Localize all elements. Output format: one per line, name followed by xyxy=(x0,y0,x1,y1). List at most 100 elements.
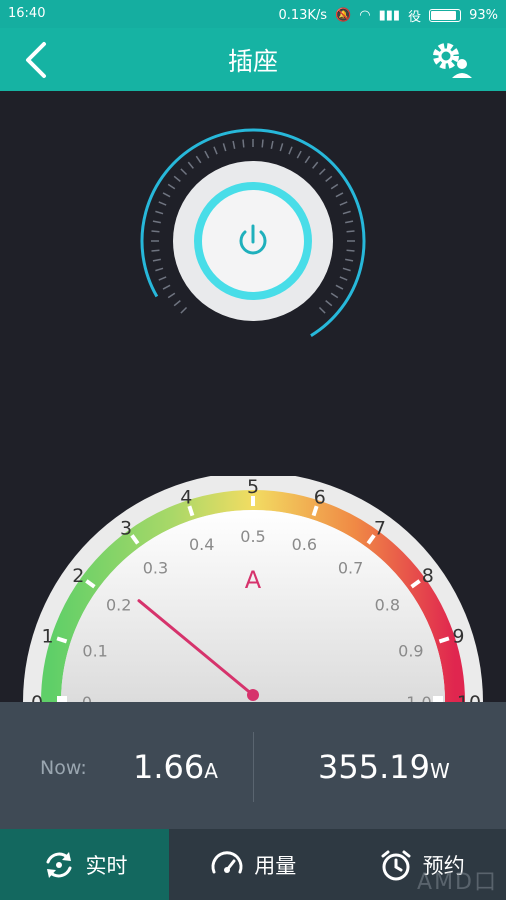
carrier-text: 役 xyxy=(408,10,422,25)
app-bar: 插座 xyxy=(0,28,506,91)
dial-tick xyxy=(155,210,164,215)
gauge-outer-label: 6 xyxy=(314,487,326,509)
power-dial xyxy=(130,118,376,364)
dial-tick xyxy=(330,292,339,299)
status-right: 0.13K/s 🔕 ◠ ▮▮▮ 役 93% xyxy=(278,6,498,25)
power-value: 355.19 xyxy=(318,748,430,786)
dial-tick xyxy=(346,249,355,252)
signal-icon: ▮▮▮ xyxy=(378,8,401,23)
gear-user-icon[interactable] xyxy=(428,38,476,82)
dial-tick xyxy=(318,306,326,314)
gauge-svg: 0 1 2 3 4 5 6 7 8 9 10 0 0.1 0.2 0.3 0.4 0.5 0.6 0.7 0.8 0.… xyxy=(23,472,483,714)
gauge-outer-label: 9 xyxy=(452,625,464,647)
dial-tick xyxy=(152,258,161,262)
dial-tick xyxy=(232,140,236,149)
wifi-icon: ◠ xyxy=(359,8,371,23)
dial-tick xyxy=(158,201,167,206)
power-dial-svg xyxy=(140,128,366,354)
gauge-inner-label: 0.2 xyxy=(106,595,131,614)
dial-tick xyxy=(288,146,293,155)
tab-label: 实时 xyxy=(85,853,128,878)
gauge-outer-label: 1 xyxy=(42,625,54,647)
dial-tick xyxy=(335,192,344,198)
dial-tick xyxy=(222,143,227,152)
gauge-outer-label: 10 xyxy=(457,692,481,702)
current-readout: 1.66A xyxy=(133,748,218,786)
current-gauge: 0 1 2 3 4 5 6 7 8 9 10 0 0.1 0.2 0.3 0.4 0.5 0.6 0.7 0.8 0.… xyxy=(0,472,506,714)
gauge-inner-label: 0.4 xyxy=(189,535,214,554)
gauge-inner-label: 0.6 xyxy=(292,535,317,554)
power-unit: W xyxy=(429,759,450,783)
dial-tick xyxy=(342,267,351,272)
power-readout: 355.19W xyxy=(318,748,450,786)
gauge-outer-label: 7 xyxy=(374,517,386,539)
dial-tick xyxy=(335,284,344,290)
readout-panel: Now: 1.66A 355.19W xyxy=(0,702,506,829)
dial-tick xyxy=(151,249,160,252)
dial-tick xyxy=(345,258,354,262)
dial-tick xyxy=(180,306,188,314)
tab-usage[interactable]: 用量 xyxy=(169,829,338,900)
dial-tick xyxy=(304,155,311,164)
gauge-inner-label: 0.1 xyxy=(82,642,107,661)
dial-tick xyxy=(339,276,348,281)
dial-tick xyxy=(261,139,264,148)
dial-tick xyxy=(180,168,188,176)
gauge-inner-label: 0.9 xyxy=(398,642,423,661)
gauge-inner-label: 0.7 xyxy=(338,559,363,578)
dial-tick xyxy=(279,143,284,152)
dial-tick xyxy=(325,300,333,307)
dial-tick xyxy=(296,150,302,159)
gauge-outer-label: 2 xyxy=(72,565,84,587)
refresh-icon xyxy=(46,851,71,878)
readout-divider xyxy=(253,732,254,802)
dial-tick xyxy=(167,292,176,299)
dial-tick xyxy=(325,175,333,182)
current-unit: A xyxy=(204,759,218,783)
tab-realtime[interactable]: 实时 xyxy=(0,829,169,900)
status-time: 16:40 xyxy=(8,6,46,21)
gauge-outer-label: 3 xyxy=(120,517,132,539)
status-bar: 16:40 0.13K/s 🔕 ◠ ▮▮▮ 役 93% xyxy=(0,0,506,28)
dial-tick xyxy=(173,300,181,307)
dial-tick xyxy=(345,220,354,224)
gauge-outer-label: 8 xyxy=(422,565,434,587)
dial-tick xyxy=(195,155,202,164)
speedometer-icon xyxy=(211,850,243,873)
dial-tick xyxy=(318,168,326,176)
gauge-inner-label: 0.3 xyxy=(143,559,168,578)
gauge-unit-label: A xyxy=(245,566,262,594)
dial-tick xyxy=(312,161,319,169)
dial-tick xyxy=(151,230,160,233)
dial-tick xyxy=(242,139,245,148)
dial-tick xyxy=(213,146,218,155)
dial-tick xyxy=(152,220,161,224)
watermark: AMD口 xyxy=(417,870,498,895)
dial-tick xyxy=(167,183,176,190)
dial-tick xyxy=(162,284,171,290)
dial-tick xyxy=(204,150,210,159)
tab-label: 用量 xyxy=(254,853,297,878)
battery-icon xyxy=(429,9,462,22)
gauge-outer-label: 4 xyxy=(180,487,192,509)
current-value: 1.66 xyxy=(133,748,205,786)
dial-tick xyxy=(270,140,274,149)
dial-tick xyxy=(155,267,164,272)
gauge-outer-label: 5 xyxy=(247,476,259,498)
now-label: Now: xyxy=(40,757,87,779)
dial-tick xyxy=(342,210,351,215)
gauge-inner-label: 0.5 xyxy=(240,527,265,546)
mute-icon: 🔕 xyxy=(335,8,352,23)
gauge-outer-label: 0 xyxy=(31,692,43,702)
gauge-needle-pivot xyxy=(247,689,259,701)
dial-tick xyxy=(187,161,194,169)
dial-tick xyxy=(346,230,355,233)
dial-tick xyxy=(339,201,348,206)
network-speed: 0.13K/s xyxy=(278,8,328,23)
gauge-inner-label: 0 xyxy=(82,693,92,702)
dial-tick xyxy=(330,183,339,190)
gauge-inner-label: 0.8 xyxy=(375,595,400,614)
alarm-clock-icon xyxy=(381,850,411,880)
battery-percent: 93% xyxy=(469,8,498,23)
dial-tick xyxy=(173,175,181,182)
